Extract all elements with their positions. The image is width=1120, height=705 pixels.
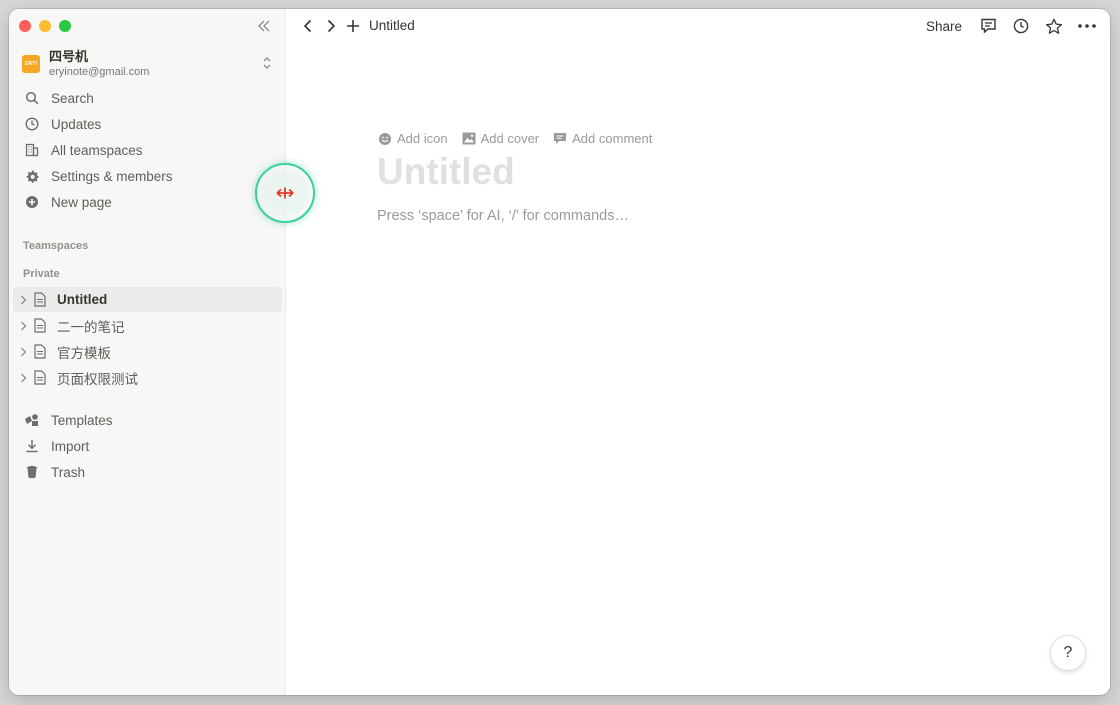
page-item[interactable]: 二一的笔记 (13, 313, 282, 338)
workspace-email: eryinote@gmail.com (49, 66, 150, 78)
chevron-right-icon[interactable] (20, 321, 30, 331)
teamspaces-section-label[interactable]: Teamspaces (23, 240, 88, 252)
add-icon-label: Add icon (397, 131, 448, 146)
templates-icon (23, 411, 41, 429)
plus-icon (347, 20, 359, 32)
page-item[interactable]: 页面权限测试 (13, 365, 282, 390)
search-icon (23, 89, 41, 107)
breadcrumb[interactable]: Untitled (369, 18, 415, 33)
minimize-window-button[interactable] (39, 20, 51, 32)
add-icon-button[interactable]: Add icon (378, 131, 448, 146)
trash-icon (23, 463, 41, 481)
resize-cursor[interactable] (255, 163, 315, 223)
share-button[interactable]: Share (924, 16, 964, 36)
sidebar-item-search[interactable]: Search (17, 85, 282, 111)
more-horizontal-icon (1078, 24, 1096, 28)
sidebar-item-trash[interactable]: Trash (17, 459, 282, 485)
page-item-label: 二一的笔记 (57, 319, 125, 335)
page-icon (34, 370, 50, 385)
sidebar-item-new-page[interactable]: New page (17, 189, 282, 215)
add-cover-label: Add cover (480, 131, 540, 146)
sidebar-item-settings[interactable]: Settings & members (17, 163, 282, 189)
add-comment-button[interactable]: Add comment (553, 131, 652, 146)
sidebar-item-label: All teamspaces (51, 142, 143, 158)
double-chevron-left-icon (258, 20, 270, 32)
page-item-label: 页面权限测试 (57, 371, 138, 387)
comments-button[interactable] (978, 16, 998, 36)
chevron-left-icon (303, 19, 312, 33)
chevron-right-icon[interactable] (20, 347, 30, 357)
editor: Add icon Add cover Add comment Untitled … (285, 43, 1110, 695)
sidebar-item-label: Import (51, 438, 90, 454)
page-icon (34, 318, 50, 333)
sidebar-item-templates[interactable]: Templates (17, 407, 282, 433)
smiley-icon (379, 132, 391, 145)
add-cover-button[interactable]: Add cover (462, 131, 540, 146)
page-item-untitled[interactable]: Untitled (13, 287, 282, 312)
chevron-right-icon[interactable] (20, 295, 30, 305)
comment-icon (980, 18, 996, 34)
image-icon (462, 132, 476, 145)
sidebar-item-label: Templates (51, 412, 113, 428)
sidebar-item-label: Search (51, 90, 94, 106)
sidebar-item-updates[interactable]: Updates (17, 111, 282, 137)
star-icon (1045, 18, 1063, 34)
gear-icon (23, 167, 41, 185)
download-icon (23, 437, 41, 455)
page-body-input[interactable]: Press ‘space’ for AI, ‘/’ for commands… (377, 208, 629, 224)
page-item-label: 官方模板 (57, 345, 111, 361)
page-title-input[interactable]: Untitled (377, 151, 515, 193)
workspace-name: 四号机 (49, 49, 89, 64)
page-icon (34, 344, 50, 359)
page-item[interactable]: 官方模板 (13, 339, 282, 364)
sidebar-item-import[interactable]: Import (17, 433, 282, 459)
clock-icon (23, 115, 41, 133)
sidebar-item-label: Updates (51, 116, 102, 132)
new-tab-button[interactable] (344, 16, 362, 36)
more-button[interactable] (1076, 16, 1098, 36)
page-icon (34, 292, 50, 307)
sidebar-item-all-teamspaces[interactable]: All teamspaces (17, 137, 282, 163)
close-window-button[interactable] (19, 20, 31, 32)
window-controls (19, 20, 71, 32)
chevron-right-icon (327, 19, 336, 33)
collapse-sidebar-button[interactable] (255, 17, 273, 35)
workspace-switcher[interactable]: ERYI 四号机 eryinote@gmail.com (22, 47, 276, 81)
app-window: ERYI 四号机 eryinote@gmail.com Search Updat… (9, 9, 1110, 695)
forward-button[interactable] (322, 16, 340, 36)
clock-icon (1013, 18, 1029, 34)
chevron-right-icon[interactable] (20, 373, 30, 383)
workspace-avatar: ERYI (22, 55, 40, 73)
maximize-window-button[interactable] (59, 20, 71, 32)
help-button[interactable]: ? (1050, 635, 1086, 671)
sidebar-item-label: Settings & members (51, 168, 173, 184)
topbar: Untitled Share (285, 9, 1110, 43)
updown-chevron-icon (262, 56, 272, 75)
building-icon (23, 141, 41, 159)
add-comment-label: Add comment (572, 131, 653, 146)
sidebar: ERYI 四号机 eryinote@gmail.com Search Updat… (9, 9, 286, 695)
plus-circle-icon (23, 193, 41, 211)
sidebar-item-label: New page (51, 194, 112, 210)
page-item-label: Untitled (57, 292, 108, 307)
sidebar-item-label: Trash (51, 464, 86, 480)
resize-horizontal-icon (276, 187, 294, 199)
comment-icon (554, 133, 567, 144)
back-button[interactable] (299, 16, 317, 36)
updates-button[interactable] (1011, 16, 1031, 36)
private-section-label[interactable]: Private (23, 268, 60, 280)
favorite-button[interactable] (1044, 16, 1064, 36)
page-properties-row: Add icon Add cover Add comment (378, 131, 652, 146)
